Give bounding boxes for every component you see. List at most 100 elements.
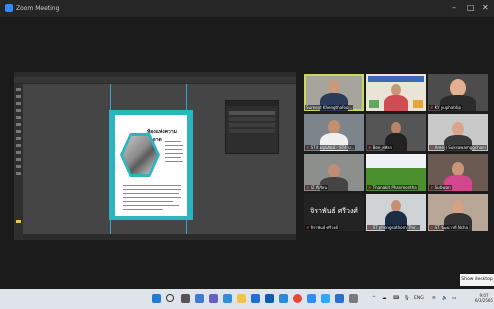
brush-tool-icon[interactable] bbox=[16, 123, 21, 126]
poster-document: ห้องแห่งความสะอาด bbox=[109, 110, 193, 220]
mail-icon[interactable] bbox=[279, 294, 288, 303]
poster-text-line bbox=[123, 205, 179, 206]
participant-name: ✘ IZ ที่เรียน bbox=[305, 185, 329, 190]
muted-mic-icon: ✘ bbox=[430, 105, 434, 110]
muted-mic-icon: ✘ bbox=[368, 185, 372, 190]
participant-display-name: จิราพันธ์ ศรีวงศ์ bbox=[310, 207, 358, 215]
poster-text-line bbox=[165, 153, 183, 154]
shape-tool-icon[interactable] bbox=[16, 158, 21, 161]
participant-tile[interactable]: ✘ IZ ที่เรียน bbox=[304, 154, 364, 191]
store-icon[interactable] bbox=[251, 294, 260, 303]
gradient-tool-icon[interactable] bbox=[16, 137, 21, 140]
banner-graphic bbox=[413, 100, 423, 108]
eraser-tool-icon[interactable] bbox=[16, 130, 21, 133]
participant-name: ✘ Sutiwan bbox=[429, 185, 452, 190]
app-icon[interactable] bbox=[349, 294, 358, 303]
task-view-icon[interactable] bbox=[181, 294, 190, 303]
banner-graphic bbox=[369, 100, 379, 108]
participant-face bbox=[328, 80, 340, 94]
text-tool-icon[interactable] bbox=[16, 151, 21, 154]
hand-tool-icon[interactable] bbox=[16, 165, 21, 168]
participant-name: ✘ Bee_ศศิธร bbox=[367, 145, 393, 150]
participant-tile[interactable] bbox=[366, 74, 426, 111]
muted-mic-icon: ✘ bbox=[306, 185, 310, 190]
participant-tile[interactable]: ✘ Sutiwan bbox=[428, 154, 488, 191]
poster-text-line bbox=[123, 189, 181, 190]
file-explorer-icon[interactable] bbox=[237, 294, 246, 303]
zoom-app-icon bbox=[5, 4, 13, 12]
minimize-button[interactable]: – bbox=[452, 3, 456, 12]
participant-name: ✘ KY yuphatdip bbox=[429, 105, 463, 110]
participant-tile[interactable]: ✘ Aree(ุ) Suksawamggchani bbox=[428, 114, 488, 151]
poster-text-line bbox=[123, 197, 181, 198]
pen-tool-icon[interactable] bbox=[16, 144, 21, 147]
keyboard-icon[interactable]: ⌨ bbox=[393, 296, 400, 301]
participant-face bbox=[452, 200, 464, 214]
layer-row[interactable] bbox=[229, 111, 275, 115]
maximize-button[interactable]: □ bbox=[467, 3, 475, 12]
chevron-up-icon[interactable]: ^ bbox=[372, 296, 376, 301]
edge-browser-icon[interactable] bbox=[223, 294, 232, 303]
participant-tile[interactable]: ✘ Thanakit Phanmontha bbox=[366, 154, 426, 191]
participant-tile[interactable]: ✘ ST phongsathorn Thir... bbox=[366, 194, 426, 231]
chrome-icon[interactable] bbox=[293, 294, 302, 303]
windows-start-icon[interactable] bbox=[152, 294, 161, 303]
layer-row[interactable] bbox=[229, 129, 275, 133]
word-icon[interactable] bbox=[265, 294, 274, 303]
muted-mic-icon: ✘ bbox=[430, 185, 434, 190]
banner-graphic bbox=[368, 76, 424, 82]
shared-screen[interactable]: ห้องแห่งความสะอาด bbox=[14, 72, 296, 240]
poster-paper: ห้องแห่งความสะอาด bbox=[115, 115, 187, 216]
participant-tile[interactable]: ✘ Bee_ศศิธร bbox=[366, 114, 426, 151]
poster-text-line bbox=[123, 185, 181, 186]
participant-name: ✘ ST วัฒนาวดี Ncha bbox=[429, 225, 470, 230]
foreground-color-swatch[interactable] bbox=[16, 220, 21, 223]
participant-name: ✘ จิราพันธ์ ศรีวงค์ bbox=[305, 225, 340, 230]
clock[interactable]: 9:07 6/3/2565 bbox=[475, 293, 493, 303]
poster-text-line bbox=[123, 193, 179, 194]
participant-name: Sureeat Khengthafoo... bbox=[305, 105, 354, 110]
marquee-tool-icon[interactable] bbox=[16, 95, 21, 98]
zoom-taskbar-icon[interactable] bbox=[307, 294, 316, 303]
poster-text-line bbox=[165, 149, 182, 150]
muted-mic-icon: ✘ bbox=[368, 145, 372, 150]
volume-icon[interactable]: 🔈 bbox=[442, 296, 448, 301]
participant-tile[interactable]: ✘ ST วัฒนาวดี Ncha bbox=[428, 194, 488, 231]
cloud-icon[interactable]: ☁ bbox=[382, 296, 387, 301]
participant-tile[interactable]: ✘ KY yuphatdip bbox=[428, 74, 488, 111]
battery-icon[interactable]: ▭ bbox=[452, 296, 456, 301]
widgets-icon[interactable] bbox=[195, 294, 204, 303]
participant-face bbox=[452, 162, 464, 176]
photos-icon[interactable] bbox=[335, 294, 344, 303]
muted-mic-icon: ✘ bbox=[430, 145, 434, 150]
layer-row[interactable] bbox=[229, 123, 275, 127]
participant-tile[interactable]: ✘ ST4 อรุณรัตน์ - ST4 ป... bbox=[304, 114, 364, 151]
wifi-icon[interactable]: ≋ bbox=[432, 296, 436, 301]
participant-tile[interactable]: จิราพันธ์ ศรีวงศ์ ✘ จิราพันธ์ ศรีวงค์ bbox=[304, 194, 364, 231]
photoshop-status-bar bbox=[23, 234, 296, 240]
muted-mic-icon: ✘ bbox=[306, 225, 310, 230]
poster-text-line bbox=[165, 157, 181, 158]
zoom-tool-icon[interactable] bbox=[16, 172, 21, 175]
muted-mic-icon: ✘ bbox=[368, 225, 372, 230]
muted-mic-icon: ✘ bbox=[430, 225, 434, 230]
lasso-tool-icon[interactable] bbox=[16, 102, 21, 105]
language-indicator[interactable]: ENG bbox=[414, 296, 424, 301]
virtual-background bbox=[366, 154, 426, 168]
layer-row[interactable] bbox=[229, 117, 275, 121]
participant-face bbox=[452, 122, 464, 136]
photoshop-toolbar[interactable] bbox=[14, 84, 23, 240]
photoshop-options-bar[interactable] bbox=[14, 77, 296, 84]
poster-text-line bbox=[165, 141, 181, 142]
participant-tile[interactable]: Sureeat Khengthafoo... bbox=[304, 74, 364, 111]
teams-chat-icon[interactable] bbox=[209, 294, 218, 303]
photoshop-taskbar-icon[interactable] bbox=[321, 294, 330, 303]
clock-date: 6/3/2565 bbox=[475, 298, 493, 303]
eyedropper-tool-icon[interactable] bbox=[16, 116, 21, 119]
move-tool-icon[interactable] bbox=[16, 88, 21, 91]
crop-tool-icon[interactable] bbox=[16, 109, 21, 112]
close-button[interactable]: ✕ bbox=[482, 3, 489, 12]
layers-panel[interactable] bbox=[225, 100, 279, 154]
search-icon[interactable] bbox=[166, 294, 174, 302]
microphone-icon[interactable]: 🎙 bbox=[404, 296, 410, 301]
